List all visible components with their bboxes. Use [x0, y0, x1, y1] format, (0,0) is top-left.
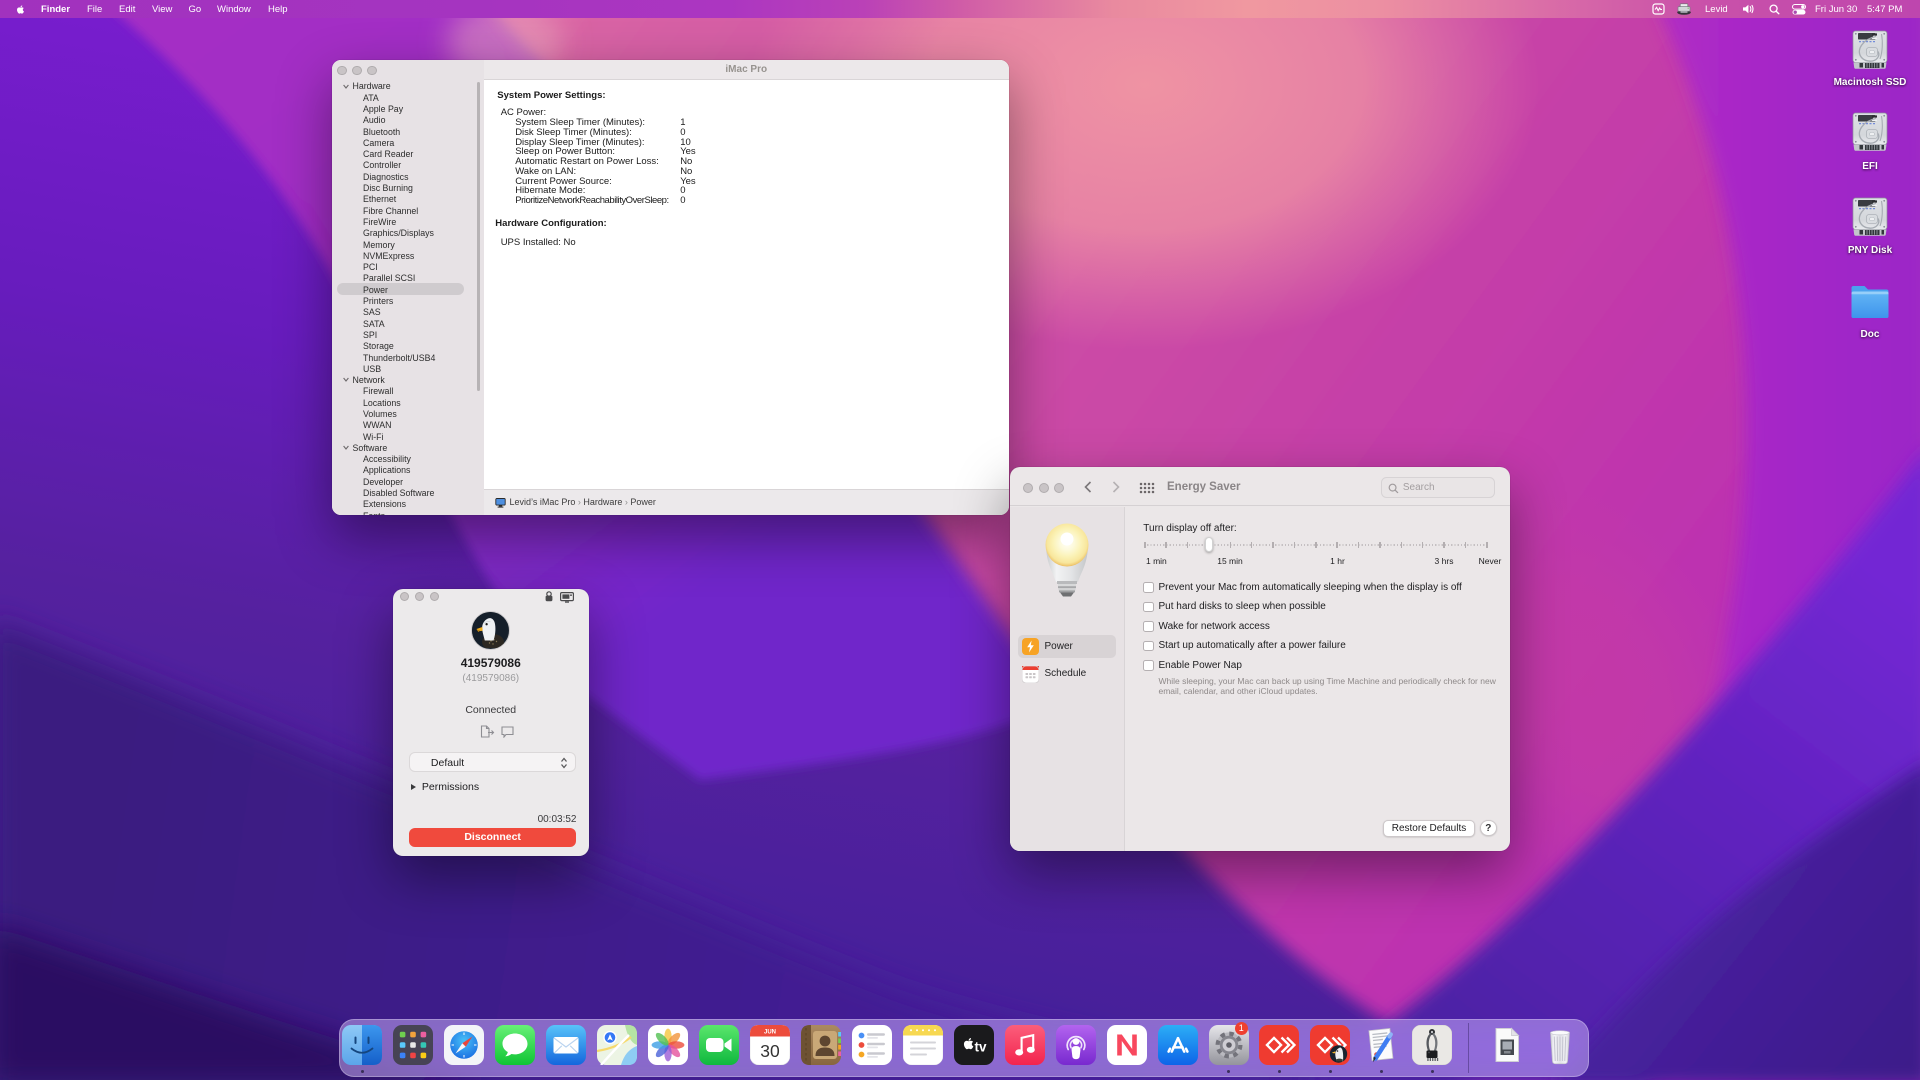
svg-text:JUN: JUN	[764, 1029, 776, 1035]
svg-text:tv: tv	[974, 1039, 986, 1054]
svg-text:30: 30	[760, 1041, 780, 1061]
